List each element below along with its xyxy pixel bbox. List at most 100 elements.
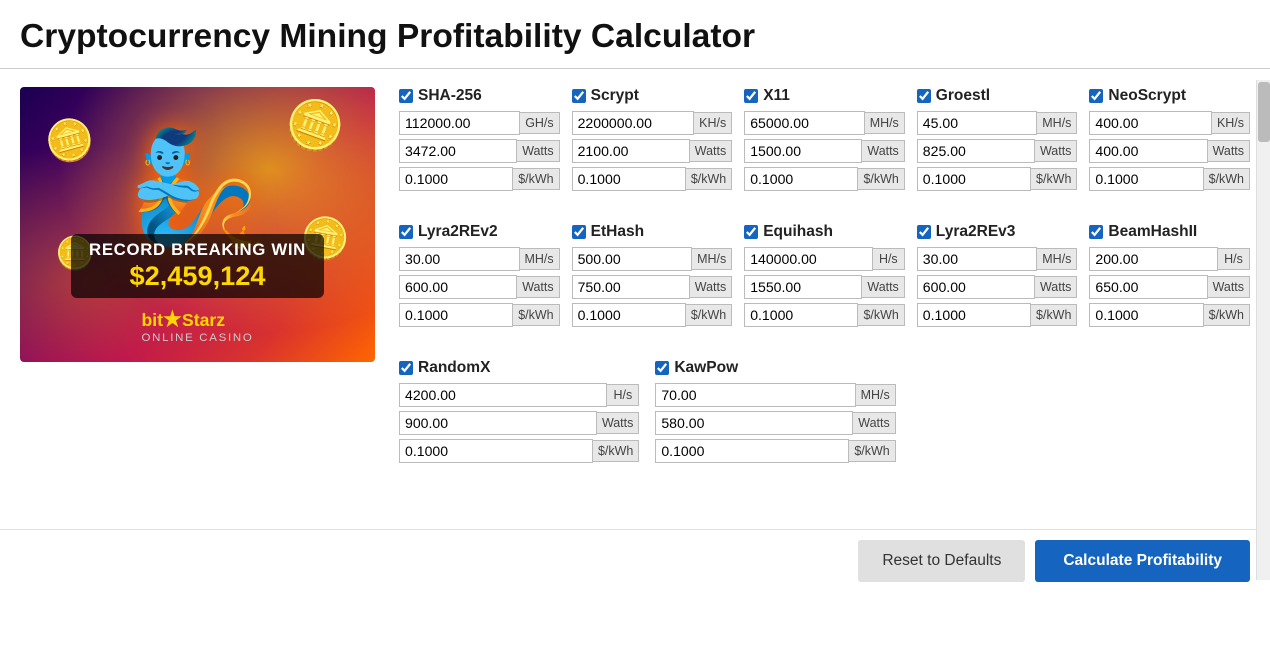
cost-input-randomx[interactable]	[399, 439, 593, 463]
hashrate-unit-lyra2rev3: MH/s	[1037, 248, 1077, 270]
hashrate-input-ethash[interactable]	[572, 247, 693, 271]
power-unit-groestl: Watts	[1035, 140, 1077, 162]
cost-unit-x11: $/kWh	[858, 168, 904, 190]
hashrate-row-kawpow: MH/s	[655, 383, 895, 407]
power-row-ethash: Watts	[572, 275, 733, 299]
algo-checkbox-sha256[interactable]	[399, 89, 413, 103]
algo-label-beamhashii: BeamHashII	[1089, 223, 1250, 241]
hashrate-input-neoscrypt[interactable]	[1089, 111, 1212, 135]
hashrate-input-kawpow[interactable]	[655, 383, 855, 407]
hashrate-input-equihash[interactable]	[744, 247, 873, 271]
power-input-lyra2rev3[interactable]	[917, 275, 1035, 299]
algo-checkbox-groestl[interactable]	[917, 89, 931, 103]
cost-unit-groestl: $/kWh	[1031, 168, 1077, 190]
algo-checkbox-neoscrypt[interactable]	[1089, 89, 1103, 103]
power-unit-kawpow: Watts	[853, 412, 895, 434]
calculate-button[interactable]: Calculate Profitability	[1035, 540, 1250, 582]
hashrate-input-groestl[interactable]	[917, 111, 1038, 135]
cost-row-ethash: $/kWh	[572, 303, 733, 327]
cost-unit-sha256: $/kWh	[513, 168, 559, 190]
hashrate-input-sha256[interactable]	[399, 111, 520, 135]
power-input-randomx[interactable]	[399, 411, 597, 435]
power-input-sha256[interactable]	[399, 139, 517, 163]
algo-checkbox-scrypt[interactable]	[572, 89, 586, 103]
ad-record-text: RECORD BREAKING WIN	[89, 240, 306, 260]
power-input-beamhashii[interactable]	[1089, 275, 1207, 299]
hashrate-input-beamhashii[interactable]	[1089, 247, 1218, 271]
algo-label-lyra2rev2: Lyra2REv2	[399, 223, 560, 241]
ad-logo-text1: bit	[142, 310, 164, 330]
algo-checkbox-lyra2rev3[interactable]	[917, 225, 931, 239]
power-input-ethash[interactable]	[572, 275, 690, 299]
cost-input-x11[interactable]	[744, 167, 858, 191]
reset-button[interactable]: Reset to Defaults	[858, 540, 1025, 582]
algo-checkbox-kawpow[interactable]	[655, 361, 669, 375]
cost-input-neoscrypt[interactable]	[1089, 167, 1203, 191]
power-row-lyra2rev2: Watts	[399, 275, 560, 299]
algo-label-scrypt: Scrypt	[572, 87, 733, 105]
power-unit-ethash: Watts	[690, 276, 732, 298]
cost-input-lyra2rev2[interactable]	[399, 303, 513, 327]
hashrate-input-scrypt[interactable]	[572, 111, 695, 135]
cost-input-beamhashii[interactable]	[1089, 303, 1203, 327]
cost-input-kawpow[interactable]	[655, 439, 849, 463]
hashrate-row-sha256: GH/s	[399, 111, 560, 135]
algo-checkbox-beamhashii[interactable]	[1089, 225, 1103, 239]
hashrate-input-randomx[interactable]	[399, 383, 607, 407]
cost-row-lyra2rev2: $/kWh	[399, 303, 560, 327]
power-row-beamhashii: Watts	[1089, 275, 1250, 299]
power-input-neoscrypt[interactable]	[1089, 139, 1207, 163]
cost-input-lyra2rev3[interactable]	[917, 303, 1031, 327]
power-input-lyra2rev2[interactable]	[399, 275, 517, 299]
hashrate-unit-randomx: H/s	[607, 384, 639, 406]
actions-row: Reset to Defaults Calculate Profitabilit…	[0, 529, 1270, 602]
ad-amount: $2,459,124	[89, 260, 306, 292]
algo-checkbox-lyra2rev2[interactable]	[399, 225, 413, 239]
cost-unit-kawpow: $/kWh	[849, 440, 895, 462]
cost-row-x11: $/kWh	[744, 167, 905, 191]
cost-row-groestl: $/kWh	[917, 167, 1078, 191]
power-row-groestl: Watts	[917, 139, 1078, 163]
cost-unit-beamhashii: $/kWh	[1204, 304, 1250, 326]
algo-name-ethash: EtHash	[591, 223, 644, 241]
power-input-kawpow[interactable]	[655, 411, 853, 435]
algo-checkbox-ethash[interactable]	[572, 225, 586, 239]
power-row-x11: Watts	[744, 139, 905, 163]
hashrate-unit-kawpow: MH/s	[856, 384, 896, 406]
algo-label-ethash: EtHash	[572, 223, 733, 241]
cost-row-scrypt: $/kWh	[572, 167, 733, 191]
hashrate-input-x11[interactable]	[744, 111, 865, 135]
algo-checkbox-randomx[interactable]	[399, 361, 413, 375]
cost-input-groestl[interactable]	[917, 167, 1031, 191]
page-header: Cryptocurrency Mining Profitability Calc…	[0, 0, 1270, 69]
hashrate-row-groestl: MH/s	[917, 111, 1078, 135]
scrollbar[interactable]	[1256, 80, 1270, 580]
ad-logo-text2: Starz	[182, 310, 225, 330]
ad-star: ★	[163, 308, 182, 331]
algo-checkbox-equihash[interactable]	[744, 225, 758, 239]
algo-group-ethash: EtHashMH/sWatts$/kWh	[572, 223, 733, 331]
cost-input-sha256[interactable]	[399, 167, 513, 191]
algo-label-groestl: Groestl	[917, 87, 1078, 105]
power-row-scrypt: Watts	[572, 139, 733, 163]
ad-image[interactable]: 🧞 🪙 🪙 🪙 🪙 RECORD BREAKING WIN $2,459,124…	[20, 87, 375, 362]
algo-group-x11: X11 MH/s Watts $/kWh	[744, 87, 905, 195]
power-unit-neoscrypt: Watts	[1208, 140, 1250, 162]
hashrate-unit-equihash: H/s	[873, 248, 905, 270]
algo-group-lyra2rev3: Lyra2REv3MH/sWatts$/kWh	[917, 223, 1078, 331]
cost-row-kawpow: $/kWh	[655, 439, 895, 463]
power-input-equihash[interactable]	[744, 275, 862, 299]
power-input-groestl[interactable]	[917, 139, 1035, 163]
cost-input-scrypt[interactable]	[572, 167, 686, 191]
algo-name-kawpow: KawPow	[674, 359, 738, 377]
cost-input-equihash[interactable]	[744, 303, 858, 327]
power-input-scrypt[interactable]	[572, 139, 690, 163]
power-input-x11[interactable]	[744, 139, 862, 163]
algo-checkbox-x11[interactable]	[744, 89, 758, 103]
cost-input-ethash[interactable]	[572, 303, 686, 327]
hashrate-unit-sha256: GH/s	[520, 112, 559, 134]
algo-label-x11: X11	[744, 87, 905, 105]
hashrate-input-lyra2rev2[interactable]	[399, 247, 520, 271]
hashrate-input-lyra2rev3[interactable]	[917, 247, 1038, 271]
hashrate-row-x11: MH/s	[744, 111, 905, 135]
